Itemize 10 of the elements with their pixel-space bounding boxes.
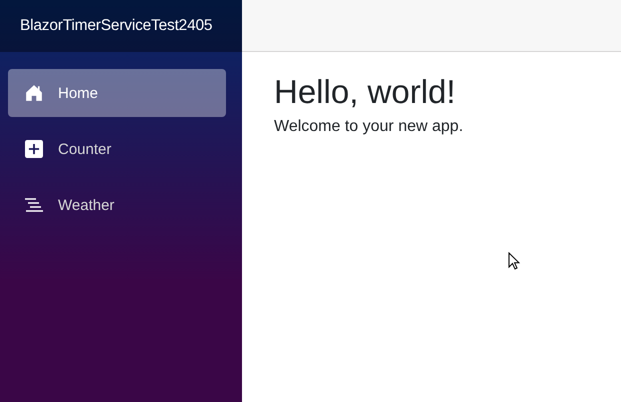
welcome-text: Welcome to your new app. [274,118,464,136]
app-title[interactable]: BlazorTimerServiceTest2405 [20,17,212,35]
home-icon [24,84,44,102]
nav-link[interactable]: Home [8,69,226,117]
cursor-icon [508,252,520,270]
page-heading: Hello, world! [274,72,457,112]
nav-link[interactable]: Counter [8,125,226,173]
list-icon [24,198,44,212]
plus-icon [24,140,44,158]
nav-link[interactable]: Weather [8,181,226,229]
